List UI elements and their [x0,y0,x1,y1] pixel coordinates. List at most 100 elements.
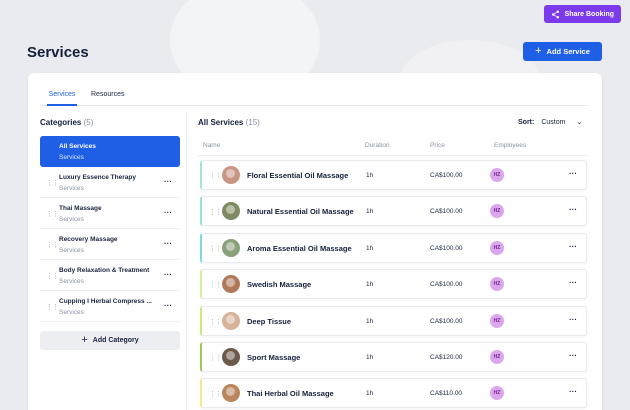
service-duration: 1h [366,244,374,252]
service-name: Deep Tissue [247,316,292,326]
employee-avatar[interactable]: HZ [490,349,504,364]
service-row[interactable]: ⋮⋮ Thai Herbal Oil Massage 1h CA$110.00 HZ ··… [200,378,587,409]
service-name: Swedish Massage [247,280,312,290]
drag-handle-icon[interactable]: ⋮⋮ [209,390,222,398]
service-row[interactable]: ⋮⋮ Swedish Massage 1h CA$100.00 HZ ··· [200,269,587,300]
service-row[interactable]: ⋮⋮ Sport Massage 1h CA$120.00 HZ ··· [200,341,587,372]
service-duration: 1h [366,317,374,325]
employee-avatar[interactable]: HZ [490,277,504,292]
more-options-icon[interactable]: ··· [164,208,172,217]
more-options-icon[interactable]: ··· [569,205,577,214]
employee-avatar[interactable]: HZ [490,204,504,219]
service-list: ⋮⋮ Floral Essential Oil Massage 1h CA$100.0… [200,160,587,410]
service-thumbnail [222,238,240,257]
services-heading: All Services (15) [198,118,260,127]
service-duration: 1h [366,281,374,289]
column-header-duration[interactable]: Duration [365,142,390,149]
service-duration: 1h [366,208,374,216]
service-duration: 1h [366,390,374,398]
drag-handle-icon[interactable]: ⋮⋮ [209,281,222,289]
column-header-price[interactable]: Price [430,142,445,149]
service-name: Thai Herbal Oil Massage [247,389,334,399]
drag-handle-icon[interactable]: ⋮⋮ [209,245,222,253]
page-title: Services [27,44,89,61]
more-options-icon[interactable]: ··· [569,387,577,396]
drag-handle-icon[interactable]: ⋮⋮ [46,210,59,218]
drag-handle-icon[interactable]: ⋮⋮ [209,354,222,362]
add-service-button[interactable]: + Add Service [523,42,602,61]
add-category-button[interactable]: + Add Category [40,331,180,350]
category-subtitle: Services [59,216,84,223]
service-thumbnail [222,202,240,221]
category-name: Body Relaxation & Treatment [59,267,150,274]
tab-services[interactable]: Services [47,90,77,106]
category-item[interactable]: ⋮⋮ Luxury Essence Therapy Services ··· [40,167,180,198]
category-name: All Services [59,143,96,150]
categories-count: (5) [83,118,94,127]
drag-handle-icon[interactable]: ⋮⋮ [46,272,59,280]
category-name: Recovery Massage [59,236,118,243]
tab-resources[interactable]: Resources [91,90,124,106]
employee-avatar[interactable]: HZ [490,168,504,182]
drag-handle-icon[interactable]: ⋮⋮ [46,179,59,187]
service-thumbnail [222,275,240,294]
category-item[interactable]: ⋮⋮ Cupping I Herbal Compress ... Services ·… [40,291,180,322]
service-duration: 1h [366,353,374,361]
service-row[interactable]: ⋮⋮ Natural Essential Oil Massage 1h CA$100.… [200,196,587,227]
service-price: CA$100.00 [430,172,463,179]
category-subtitle: Services [59,278,84,285]
category-name: Luxury Essence Therapy [59,174,136,181]
service-price: CA$100.00 [430,208,463,216]
add-service-label: Add Service [546,47,590,56]
share-icon [551,10,559,18]
service-price: CA$100.00 [430,281,463,289]
category-name: Thai Massage [59,205,102,212]
category-item[interactable]: All Services Services [40,136,180,167]
share-booking-label: Share Booking [564,10,614,18]
category-item[interactable]: ⋮⋮ Recovery Massage Services ··· [40,229,180,260]
column-header-employees[interactable]: Employees [494,142,526,149]
service-price: CA$120.00 [430,353,463,361]
category-subtitle: Services [59,309,84,316]
drag-handle-icon[interactable]: ⋮⋮ [46,303,59,311]
service-thumbnail [222,347,240,366]
employee-avatar[interactable]: HZ [490,313,504,328]
employee-avatar[interactable]: HZ [490,386,504,401]
category-item[interactable]: ⋮⋮ Body Relaxation & Treatment Services ··· [40,260,180,291]
service-price: CA$100.00 [430,244,463,252]
more-options-icon[interactable]: ··· [569,242,577,251]
category-item[interactable]: ⋮⋮ Thai Massage Services ··· [40,198,180,229]
sort-dropdown[interactable]: Sort: Custom ⌄ [518,118,583,127]
services-panel: Services Resources Categories (5) All Se… [28,73,602,410]
more-options-icon[interactable]: ··· [569,351,577,360]
plus-icon: + [81,334,88,346]
sort-value: Custom [541,118,566,126]
service-name: Sport Massage [247,352,301,362]
plus-icon: + [535,45,542,57]
more-options-icon[interactable]: ··· [569,169,577,178]
divider [198,155,588,156]
sort-label: Sort: [518,118,535,126]
drag-handle-icon[interactable]: ⋮⋮ [46,241,59,249]
more-options-icon[interactable]: ··· [164,270,172,279]
service-price: CA$110.00 [430,390,463,398]
more-options-icon[interactable]: ··· [569,278,577,287]
share-booking-button[interactable]: Share Booking [543,5,621,23]
more-options-icon[interactable]: ··· [164,177,172,186]
column-header-name[interactable]: Name [203,142,220,149]
service-row[interactable]: ⋮⋮ Deep Tissue 1h CA$100.00 HZ ··· [200,305,587,336]
drag-handle-icon[interactable]: ⋮⋮ [209,172,222,180]
drag-handle-icon[interactable]: ⋮⋮ [209,208,222,216]
more-options-icon[interactable]: ··· [164,301,172,310]
category-subtitle: Services [59,247,84,254]
service-name: Floral Essential Oil Massage [247,171,349,180]
service-row[interactable]: ⋮⋮ Floral Essential Oil Massage 1h CA$100.0… [200,160,587,190]
chevron-down-icon: ⌄ [576,119,583,126]
service-row[interactable]: ⋮⋮ Aroma Essential Oil Massage 1h CA$100.00… [200,232,587,263]
services-count: (15) [245,118,260,127]
more-options-icon[interactable]: ··· [164,239,172,248]
service-duration: 1h [366,172,374,179]
drag-handle-icon[interactable]: ⋮⋮ [209,318,222,326]
employee-avatar[interactable]: HZ [490,240,504,255]
more-options-icon[interactable]: ··· [569,315,577,324]
